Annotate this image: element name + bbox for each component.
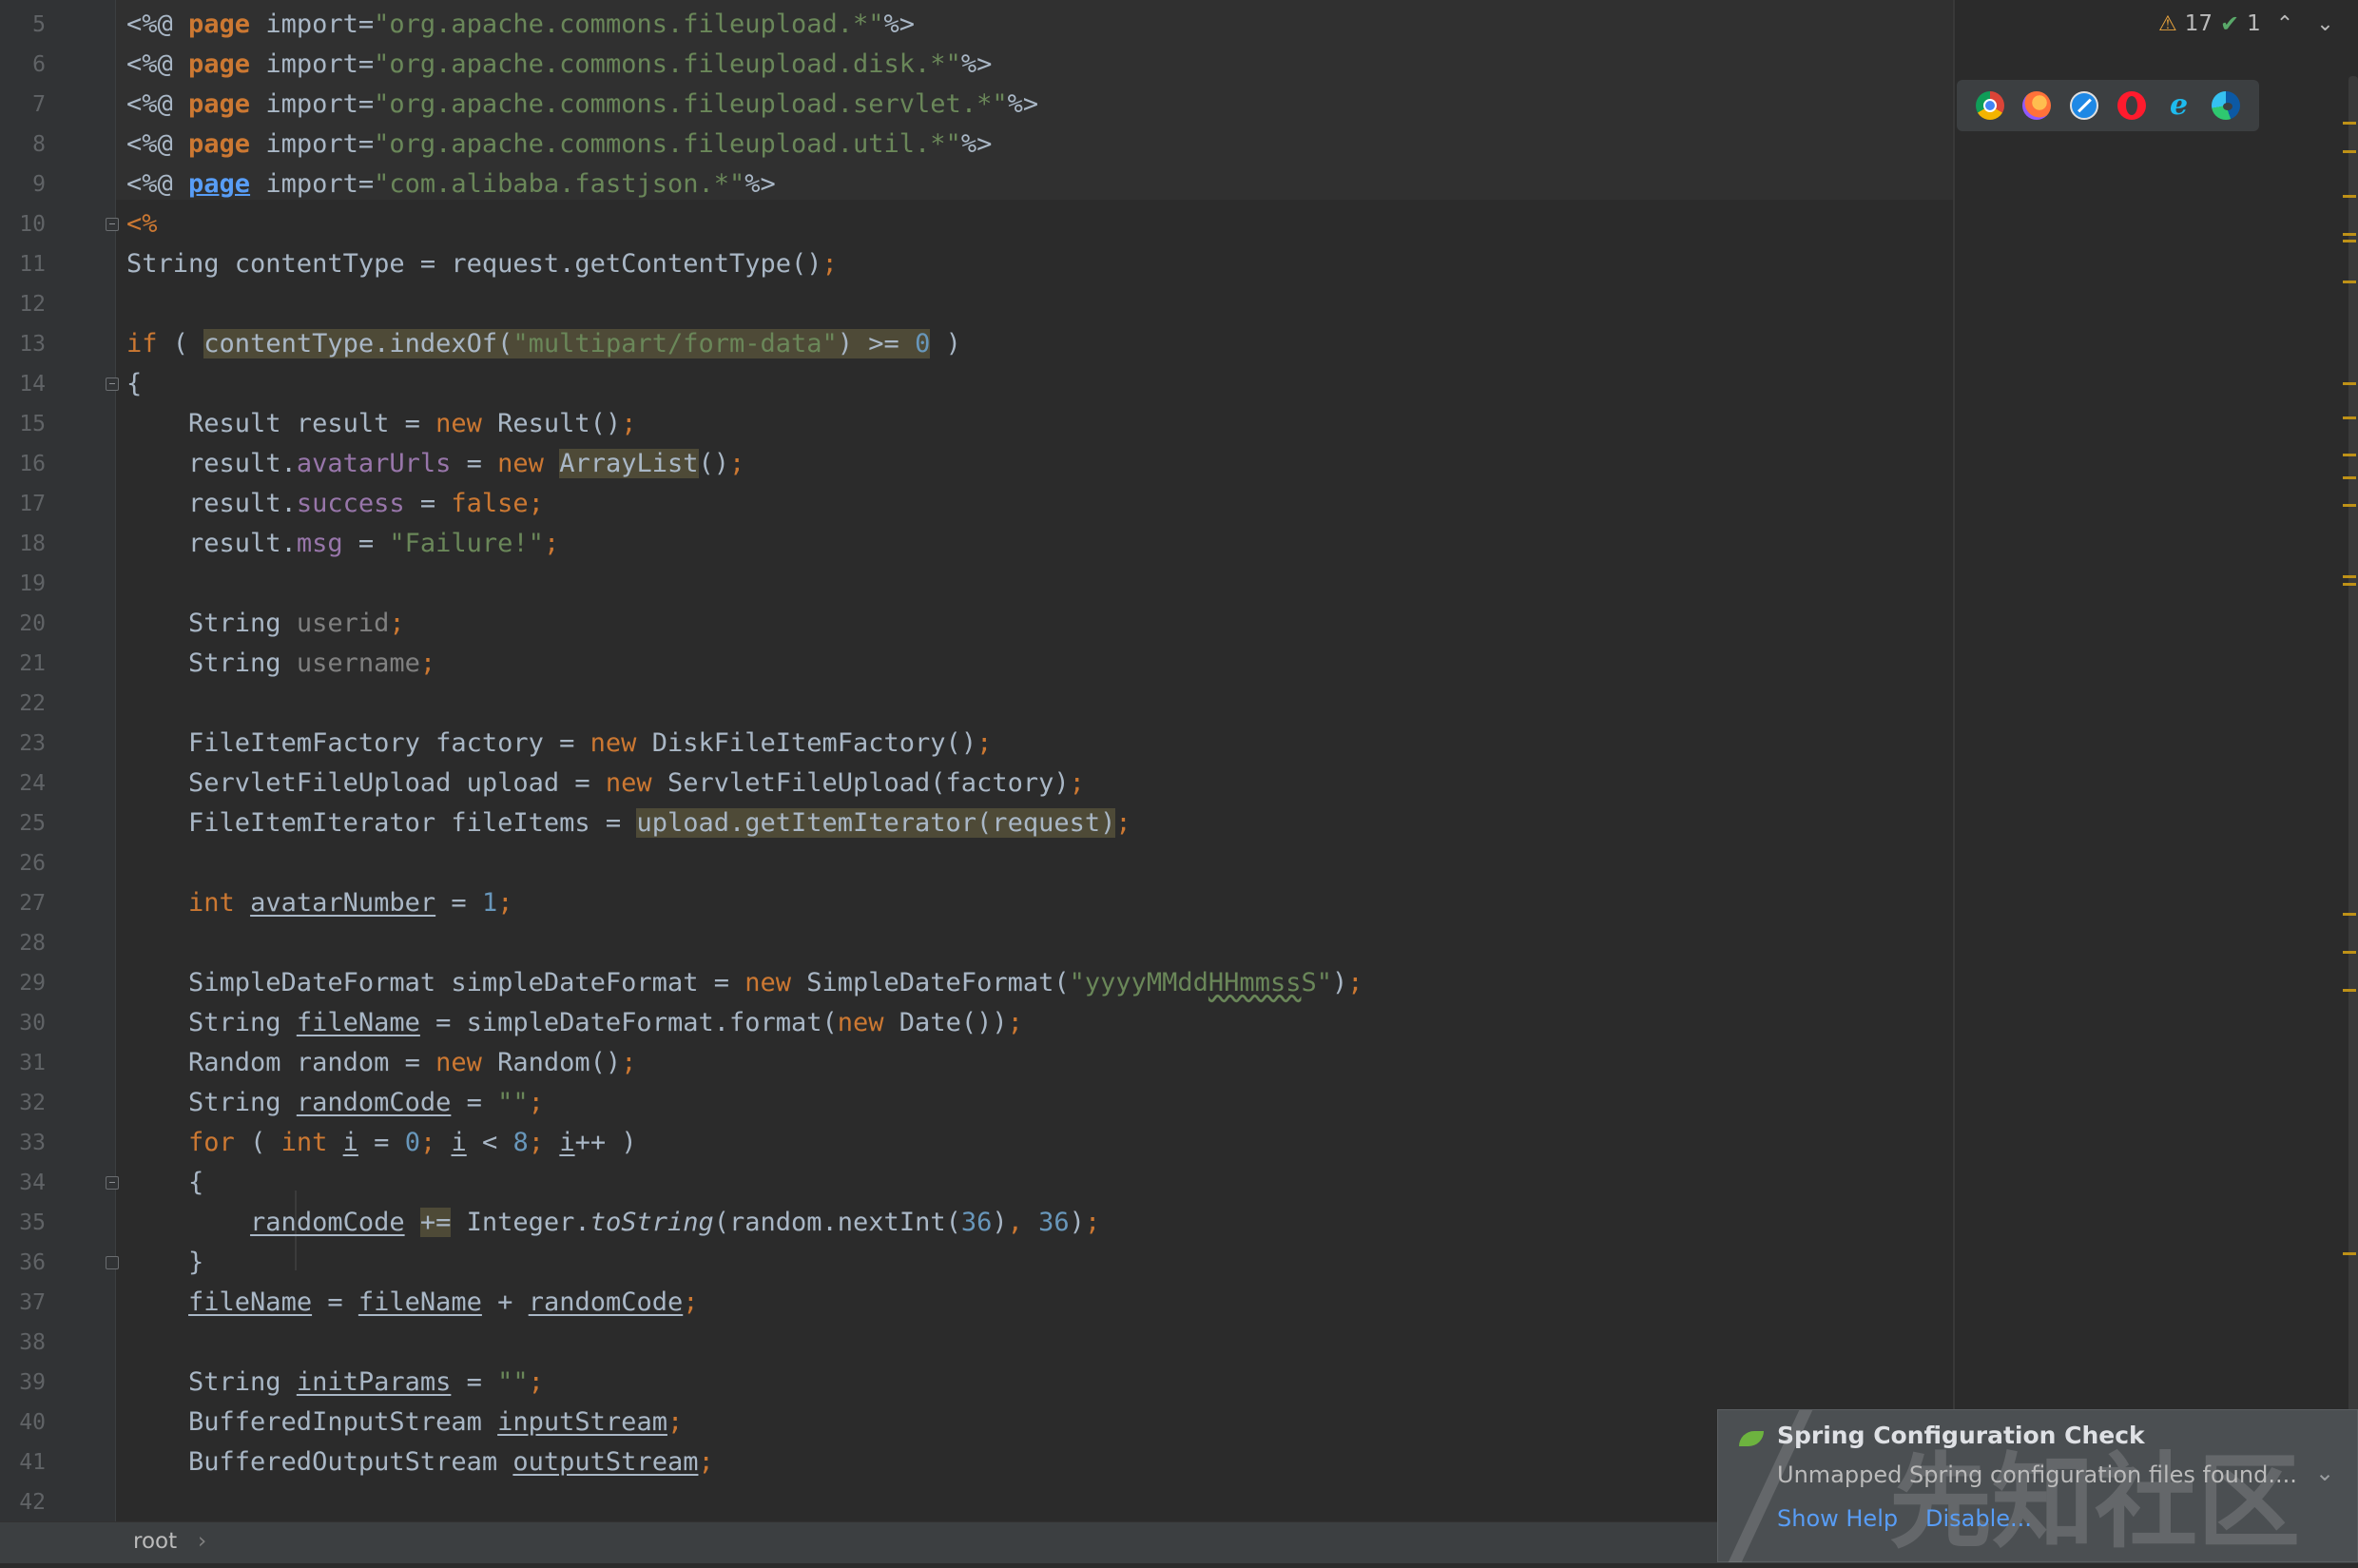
line-number: 22 xyxy=(19,691,46,716)
chevron-down-icon[interactable]: ⌄ xyxy=(2309,12,2341,36)
code-line-9[interactable]: <%@ page import="com.alibaba.fastjson.*"… xyxy=(126,165,776,204)
show-help-link[interactable]: Show Help xyxy=(1777,1505,1898,1532)
line-number: 35 xyxy=(19,1210,46,1235)
code-line-13[interactable]: if ( contentType.indexOf("multipart/form… xyxy=(126,324,961,364)
line-number: 33 xyxy=(19,1131,46,1155)
code-line-29[interactable]: SimpleDateFormat simpleDateFormat = new … xyxy=(126,963,1363,1003)
line-number: 16 xyxy=(19,452,46,476)
line-number: 25 xyxy=(19,811,46,836)
edge-icon[interactable] xyxy=(2212,91,2241,120)
line-number: 29 xyxy=(19,971,46,996)
inspection-widget[interactable]: ⚠ 17 ✔ 1 ⌃ ⌄ xyxy=(2158,8,2342,40)
line-number: 34 xyxy=(19,1171,46,1195)
chrome-icon[interactable] xyxy=(1975,91,2004,120)
code-line-14[interactable]: { xyxy=(126,364,142,404)
line-number: 8 xyxy=(32,132,46,157)
line-gutter: 5 6 7 8 9 10 11 12 13 14 15 16 17 18 19 20 21 22 23 24 25 26 2… xyxy=(0,0,119,1521)
line-number: 26 xyxy=(19,851,46,876)
code-line-31[interactable]: Random random = new Random(); xyxy=(126,1043,636,1083)
code-line-7[interactable]: <%@ page import="org.apache.commons.file… xyxy=(126,85,1038,125)
breadcrumb[interactable]: root xyxy=(133,1529,177,1554)
line-number: 38 xyxy=(19,1330,46,1355)
code-line-27[interactable]: int avatarNumber = 1; xyxy=(126,883,512,923)
browser-preview-bar: e xyxy=(1957,80,2259,131)
line-number: 28 xyxy=(19,931,46,956)
line-number: 42 xyxy=(19,1490,46,1515)
opera-icon[interactable] xyxy=(2116,91,2146,120)
chevron-down-icon[interactable]: ⌄ xyxy=(2315,1460,2334,1486)
code-line-40[interactable]: BufferedInputStream inputStream; xyxy=(126,1403,683,1442)
line-number: 32 xyxy=(19,1091,46,1115)
code-line-37[interactable]: fileName = fileName + randomCode; xyxy=(126,1283,698,1323)
breadcrumb-separator: › xyxy=(198,1529,207,1554)
chevron-up-icon[interactable]: ⌃ xyxy=(2269,12,2301,36)
line-number: 41 xyxy=(19,1450,46,1475)
line-number: 15 xyxy=(19,412,46,436)
code-line-24[interactable]: ServletFileUpload upload = new ServletFi… xyxy=(126,764,1085,803)
warning-icon: ⚠ xyxy=(2158,11,2177,36)
line-number: 24 xyxy=(19,771,46,796)
code-line-5[interactable]: <%@ page import="org.apache.commons.file… xyxy=(126,5,915,45)
code-line-20[interactable]: String userid; xyxy=(126,604,405,644)
code-line-10[interactable]: <% xyxy=(126,204,158,244)
code-line-16[interactable]: result.avatarUrls = new ArrayList(); xyxy=(126,444,744,484)
code-line-34[interactable]: { xyxy=(126,1163,203,1203)
page-directive-link[interactable]: page xyxy=(188,169,250,199)
line-number: 13 xyxy=(19,332,46,357)
code-line-39[interactable]: String initParams = ""; xyxy=(126,1363,544,1403)
line-number: 11 xyxy=(19,252,46,277)
line-number: 30 xyxy=(19,1011,46,1036)
code-line-17[interactable]: result.success = false; xyxy=(126,484,544,524)
line-number: 20 xyxy=(19,611,46,636)
code-line-35[interactable]: randomCode += Integer.toString(random.ne… xyxy=(126,1203,1100,1243)
disable-link[interactable]: Disable... xyxy=(1925,1505,2032,1532)
line-number: 31 xyxy=(19,1051,46,1075)
line-number: 37 xyxy=(19,1290,46,1315)
line-number: 10 xyxy=(19,212,46,237)
line-number: 14 xyxy=(19,372,46,397)
spring-config-notification[interactable]: 先知社区 Spring Configuration Check Unmapped… xyxy=(1717,1409,2358,1562)
line-number: 19 xyxy=(19,571,46,596)
notification-title: Spring Configuration Check xyxy=(1777,1422,2145,1449)
line-number: 36 xyxy=(19,1250,46,1275)
line-number: 21 xyxy=(19,651,46,676)
spring-leaf-icon xyxy=(1739,1431,1764,1446)
line-number: 12 xyxy=(19,292,46,317)
code-line-30[interactable]: String fileName = simpleDateFormat.forma… xyxy=(126,1003,1023,1043)
ok-count: 1 xyxy=(2247,11,2261,36)
code-line-21[interactable]: String username; xyxy=(126,644,435,684)
line-number: 23 xyxy=(19,731,46,756)
internet-explorer-icon[interactable]: e xyxy=(2165,91,2194,120)
line-number: 27 xyxy=(19,891,46,916)
line-number: 9 xyxy=(32,172,46,197)
code-line-33[interactable]: for ( int i = 0; i < 8; i++ ) xyxy=(126,1123,637,1163)
line-number: 40 xyxy=(19,1410,46,1435)
code-line-23[interactable]: FileItemFactory factory = new DiskFileIt… xyxy=(126,724,992,764)
error-stripe[interactable] xyxy=(2341,0,2358,1521)
code-line-36[interactable]: } xyxy=(126,1243,203,1283)
firefox-icon[interactable] xyxy=(2022,91,2052,120)
line-number: 6 xyxy=(32,52,46,77)
code-line-32[interactable]: String randomCode = ""; xyxy=(126,1083,544,1123)
notification-body: Unmapped Spring configuration files foun… xyxy=(1777,1462,2297,1488)
safari-icon[interactable] xyxy=(2070,91,2099,120)
code-line-25[interactable]: FileItemIterator fileItems = upload.getI… xyxy=(126,803,1131,843)
code-editor[interactable]: <%@ page import="org.apache.commons.file… xyxy=(116,0,1953,1521)
code-line-41[interactable]: BufferedOutputStream outputStream; xyxy=(126,1442,714,1482)
line-number: 18 xyxy=(19,532,46,556)
line-number: 39 xyxy=(19,1370,46,1395)
warning-count: 17 xyxy=(2184,11,2213,36)
code-line-15[interactable]: Result result = new Result(); xyxy=(126,404,636,444)
check-icon: ✔ xyxy=(2220,10,2240,37)
line-number: 5 xyxy=(32,12,46,37)
code-line-8[interactable]: <%@ page import="org.apache.commons.file… xyxy=(126,125,992,165)
code-line-11[interactable]: String contentType = request.getContentT… xyxy=(126,244,838,284)
right-margin-guide xyxy=(1953,0,1955,1521)
line-number: 17 xyxy=(19,492,46,516)
line-number: 7 xyxy=(32,92,46,117)
code-line-6[interactable]: <%@ page import="org.apache.commons.file… xyxy=(126,45,992,85)
code-line-18[interactable]: result.msg = "Failure!"; xyxy=(126,524,559,564)
